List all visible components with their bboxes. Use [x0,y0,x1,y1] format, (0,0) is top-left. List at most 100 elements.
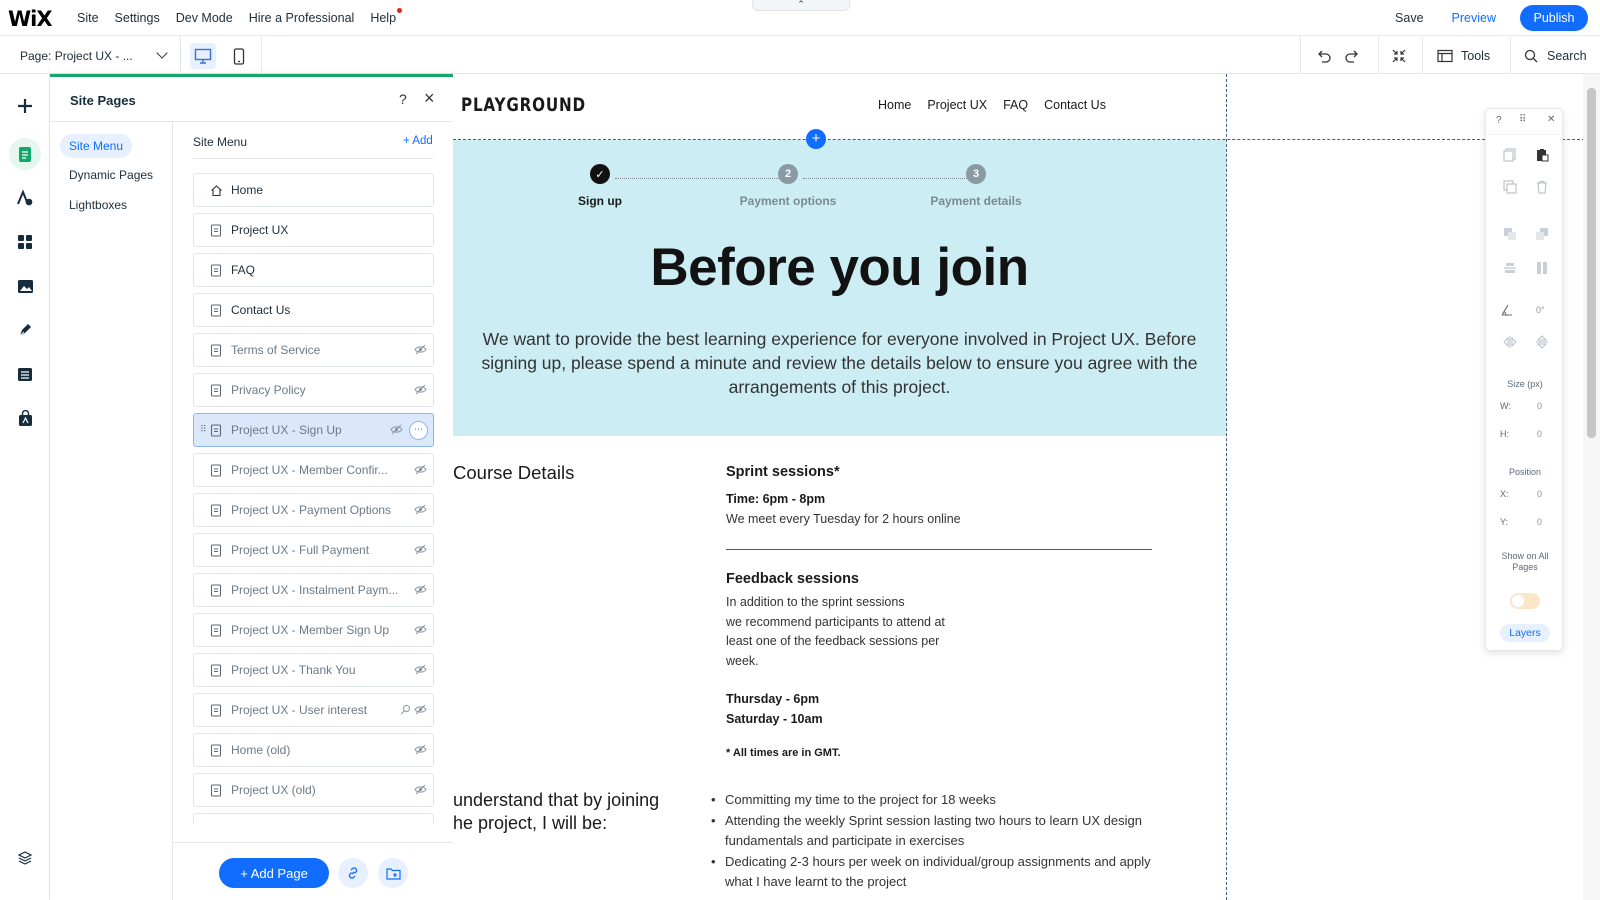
feedback-day-1: Thursday - 6pm [726,692,820,706]
page-item[interactable]: Project UX [193,213,434,247]
site-nav-faq[interactable]: FAQ [1003,98,1028,112]
apps-button[interactable] [9,226,41,258]
rotate-icon[interactable] [1500,303,1514,317]
layers-button[interactable]: Layers [1500,624,1550,642]
page-item[interactable]: Project UX - Payment Options [193,493,434,527]
page-selector[interactable]: Page: Project UX - ... [20,37,170,74]
show-all-pages-toggle[interactable] [1510,593,1540,609]
flip-vertical-icon[interactable] [1535,335,1549,349]
mobile-icon [233,47,245,65]
tools-button[interactable]: Tools [1437,37,1490,74]
feedback-sessions-block: Feedback sessions In addition to the spr… [726,571,1166,764]
site-logo[interactable]: PLAYGROUND [461,94,586,116]
menu-settings[interactable]: Settings [115,11,160,25]
page-item[interactable]: Project UX - Instalment Paym... [193,573,434,607]
x-field[interactable]: 0 [1537,489,1542,499]
inspector-help-icon[interactable]: ? [1496,115,1502,126]
pages-button[interactable] [9,138,41,170]
page-item[interactable]: Home (old) [193,733,434,767]
help-icon[interactable]: ? [399,91,407,107]
publish-button[interactable]: Publish [1520,5,1588,31]
page-item[interactable]: Project UX (old) [193,773,434,807]
inspector-close-icon[interactable]: ✕ [1547,114,1555,125]
copy-icon[interactable] [1503,148,1517,162]
drag-handle-icon[interactable]: ⠿ [1519,114,1526,125]
page-item[interactable]: Corporate [193,813,434,823]
close-icon[interactable]: × [424,88,435,109]
step-1-label: Sign up [578,194,622,208]
add-page-button[interactable]: + Add Page [219,858,329,888]
save-button[interactable]: Save [1395,11,1424,25]
menu-dev-mode[interactable]: Dev Mode [176,11,233,25]
page-item[interactable]: Project UX - Member Confir... [193,453,434,487]
page-item[interactable]: Terms of Service [193,333,434,367]
canvas-scrollbar[interactable] [1583,74,1600,900]
add-section-button[interactable]: + [806,129,826,149]
position-label: Position [1508,467,1542,477]
tab-site-menu[interactable]: Site Menu [60,134,133,158]
add-folder-button[interactable] [378,858,408,888]
cms-button[interactable] [9,358,41,390]
preview-button[interactable]: Preview [1452,11,1496,25]
site-nav-contact[interactable]: Contact Us [1044,98,1106,112]
hidden-eye-icon [414,704,427,718]
page-item[interactable]: ⠿ Project UX - Sign Up ⋯ [193,413,434,447]
distribute-icon[interactable] [1535,261,1549,275]
duplicate-icon[interactable] [1503,180,1517,194]
menu-hire-professional[interactable]: Hire a Professional [249,11,355,25]
page-icon [210,463,223,477]
width-field[interactable]: 0 [1537,401,1542,411]
scrollbar-thumb[interactable] [1587,88,1596,438]
hidden-eye-icon [390,424,403,438]
media-button[interactable] [9,270,41,302]
page-item[interactable]: Contact Us [193,293,434,327]
top-bar: WiX Site Settings Dev Mode Hire a Profes… [0,0,1600,36]
add-elements-button[interactable] [9,90,41,122]
delete-icon[interactable] [1535,180,1549,194]
redo-button[interactable] [1344,37,1360,74]
layers-rail-button[interactable] [9,842,41,874]
feedback-text-line: least one of the feedback sessions per [726,634,940,648]
business-button[interactable] [9,402,41,434]
flip-horizontal-icon[interactable] [1503,335,1517,349]
list-item: Attending the weekly Sprint session last… [711,811,1171,852]
desktop-view-button[interactable] [190,43,216,69]
paste-icon[interactable] [1535,148,1549,162]
height-field[interactable]: 0 [1537,429,1542,439]
collapse-toolbar-tab[interactable]: ⌃ [752,0,850,11]
sprint-title: Sprint sessions* [726,464,840,480]
page-item[interactable]: Privacy Policy [193,373,434,407]
page-item[interactable]: Project UX - Member Sign Up [193,613,434,647]
drag-handle-icon[interactable]: ⠿ [200,424,207,435]
site-header[interactable]: PLAYGROUND Home Project UX FAQ Contact U… [453,74,1226,139]
page-item[interactable]: Project UX - User interest [193,693,434,727]
editor-canvas[interactable]: PLAYGROUND Home Project UX FAQ Contact U… [453,74,1600,900]
menu-help[interactable]: Help [370,8,403,25]
search-button[interactable]: Search [1524,37,1587,74]
tab-lightboxes[interactable]: Lightboxes [60,193,136,217]
menu-site[interactable]: Site [77,11,99,25]
site-nav-project-ux[interactable]: Project UX [927,98,987,112]
rotation-value[interactable]: 0° [1536,305,1545,315]
page-item[interactable]: Home [193,173,434,207]
blog-button[interactable] [9,314,41,346]
image-icon [17,279,33,293]
design-button[interactable] [9,182,41,214]
page-item[interactable]: FAQ [193,253,434,287]
wix-logo[interactable]: WiX [8,7,53,31]
site-nav-home[interactable]: Home [878,98,911,112]
page-item[interactable]: Project UX - Thank You [193,653,434,687]
align-icon[interactable] [1503,261,1517,275]
arrange-backward-icon[interactable] [1535,227,1549,241]
zoom-out-button[interactable] [1391,37,1407,74]
add-menu-link[interactable]: + Add [403,135,433,147]
more-actions-button[interactable]: ⋯ [409,421,428,440]
y-field[interactable]: 0 [1537,517,1542,527]
add-link-button[interactable] [338,858,368,888]
arrange-forward-icon[interactable] [1503,227,1517,241]
chevron-down-icon [156,47,168,59]
undo-button[interactable] [1316,37,1332,74]
mobile-view-button[interactable] [226,43,252,69]
page-item[interactable]: Project UX - Full Payment [193,533,434,567]
tab-dynamic-pages[interactable]: Dynamic Pages [60,163,162,187]
